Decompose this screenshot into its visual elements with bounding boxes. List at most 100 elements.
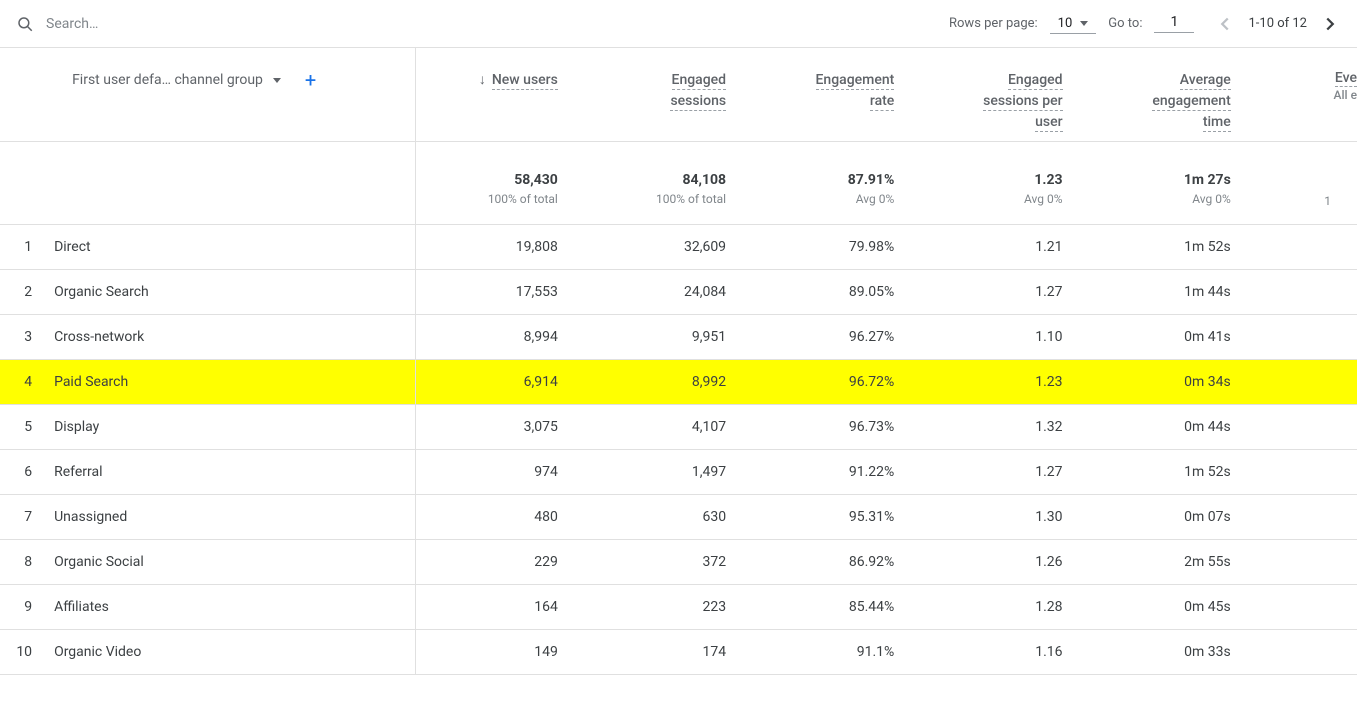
- table-row[interactable]: 8Organic Social22937286.92%1.262m 55s: [0, 540, 1357, 585]
- row-metric-value: 4,107: [584, 405, 752, 450]
- row-metric-value: 164: [416, 585, 584, 630]
- row-metric-value: 0m 41s: [1089, 315, 1257, 360]
- column-total: 84,108100% of total: [584, 142, 752, 225]
- column-header-label: Engaged: [1008, 72, 1063, 90]
- row-metric-value: 1.27: [920, 450, 1088, 495]
- row-metric-value: 8,994: [416, 315, 584, 360]
- row-metric-value: 0m 44s: [1089, 405, 1257, 450]
- column-header[interactable]: Engagedsessions: [584, 48, 752, 142]
- row-metric-overflow: [1257, 450, 1357, 495]
- sort-descending-icon: ↓: [479, 72, 486, 88]
- row-dimension-value[interactable]: Referral: [50, 450, 416, 495]
- column-header-label: Average: [1180, 72, 1231, 90]
- row-metric-value: 91.1%: [752, 630, 920, 675]
- row-metric-value: 0m 34s: [1089, 360, 1257, 405]
- column-header[interactable]: Engagedsessions peruser: [920, 48, 1088, 142]
- rows-per-page-label: Rows per page:: [949, 16, 1038, 31]
- row-metric-value: 1.21: [920, 225, 1088, 270]
- row-dimension-value[interactable]: Cross-network: [50, 315, 416, 360]
- column-total: 1.23Avg 0%: [920, 142, 1088, 225]
- row-metric-value: 86.92%: [752, 540, 920, 585]
- row-metric-value: 1,497: [584, 450, 752, 495]
- table-row[interactable]: 10Organic Video14917491.1%1.160m 33s: [0, 630, 1357, 675]
- row-metric-value: 1.32: [920, 405, 1088, 450]
- row-index: 10: [0, 630, 50, 675]
- row-metric-value: 0m 45s: [1089, 585, 1257, 630]
- table-row[interactable]: 3Cross-network8,9949,95196.27%1.100m 41s: [0, 315, 1357, 360]
- dimension-picker[interactable]: First user defa… channel group: [72, 72, 263, 88]
- row-metric-value: 1m 52s: [1089, 450, 1257, 495]
- row-metric-overflow: [1257, 495, 1357, 540]
- column-header[interactable]: Engagement rate: [752, 48, 920, 142]
- row-metric-value: 0m 07s: [1089, 495, 1257, 540]
- table-row[interactable]: 5Display3,0754,10796.73%1.320m 44s: [0, 405, 1357, 450]
- row-metric-value: 1m 44s: [1089, 270, 1257, 315]
- column-total: 87.91%Avg 0%: [752, 142, 920, 225]
- table-row[interactable]: 1Direct19,80832,60979.98%1.211m 52s: [0, 225, 1357, 270]
- row-metric-value: 96.72%: [752, 360, 920, 405]
- row-metric-value: 96.27%: [752, 315, 920, 360]
- table-row[interactable]: 4Paid Search6,9148,99296.72%1.230m 34s: [0, 360, 1357, 405]
- table-row[interactable]: 6Referral9741,49791.22%1.271m 52s: [0, 450, 1357, 495]
- table-row[interactable]: 2Organic Search17,55324,08489.05%1.271m …: [0, 270, 1357, 315]
- column-header[interactable]: ↓New users: [416, 48, 584, 142]
- row-dimension-value[interactable]: Organic Video: [50, 630, 416, 675]
- row-metric-value: 149: [416, 630, 584, 675]
- row-metric-value: 1.27: [920, 270, 1088, 315]
- rows-per-page-select[interactable]: 10: [1050, 14, 1097, 34]
- column-header-label: user: [1035, 114, 1062, 132]
- rows-per-page-value: 10: [1058, 16, 1073, 31]
- row-metric-value: 9,951: [584, 315, 752, 360]
- column-header[interactable]: Averageengagementtime: [1089, 48, 1257, 142]
- column-total-overflow: 1: [1257, 142, 1357, 225]
- row-index: 8: [0, 540, 50, 585]
- table-row[interactable]: 9Affiliates16422385.44%1.280m 45s: [0, 585, 1357, 630]
- row-metric-value: 89.05%: [752, 270, 920, 315]
- go-to-label: Go to:: [1108, 16, 1142, 31]
- row-metric-value: 85.44%: [752, 585, 920, 630]
- row-metric-value: 3,075: [416, 405, 584, 450]
- add-dimension-button[interactable]: +: [305, 70, 316, 90]
- column-header-label: Engaged: [672, 72, 727, 90]
- column-header-overflow[interactable]: Eve All e: [1257, 48, 1357, 142]
- go-to-page-input[interactable]: [1154, 14, 1194, 33]
- row-metric-value: 1.30: [920, 495, 1088, 540]
- row-dimension-value[interactable]: Display: [50, 405, 416, 450]
- row-dimension-value[interactable]: Unassigned: [50, 495, 416, 540]
- pagination-controls: Rows per page: 10 Go to: 1-10 of 12: [949, 13, 1341, 35]
- column-total: 58,430100% of total: [416, 142, 584, 225]
- row-metric-value: 223: [584, 585, 752, 630]
- row-dimension-value[interactable]: Direct: [50, 225, 416, 270]
- row-dimension-value[interactable]: Affiliates: [50, 585, 416, 630]
- row-dimension-value[interactable]: Organic Social: [50, 540, 416, 585]
- row-metric-value: 17,553: [416, 270, 584, 315]
- row-metric-value: 1.28: [920, 585, 1088, 630]
- row-metric-value: 174: [584, 630, 752, 675]
- row-metric-value: 0m 33s: [1089, 630, 1257, 675]
- row-dimension-value[interactable]: Organic Search: [50, 270, 416, 315]
- row-metric-value: 24,084: [584, 270, 752, 315]
- row-dimension-value[interactable]: Paid Search: [50, 360, 416, 405]
- data-table: First user defa… channel group + ↓New us…: [0, 48, 1357, 675]
- row-index: 7: [0, 495, 50, 540]
- row-metric-value: 1.10: [920, 315, 1088, 360]
- column-header-label: Engagement: [816, 72, 895, 90]
- row-metric-value: 1.26: [920, 540, 1088, 585]
- row-index: 6: [0, 450, 50, 495]
- table-row[interactable]: 7Unassigned48063095.31%1.300m 07s: [0, 495, 1357, 540]
- column-header-label: time: [1203, 114, 1231, 132]
- row-index: 9: [0, 585, 50, 630]
- row-metric-value: 95.31%: [752, 495, 920, 540]
- row-metric-overflow: [1257, 225, 1357, 270]
- row-metric-value: 32,609: [584, 225, 752, 270]
- prev-page-button[interactable]: [1214, 13, 1236, 35]
- search-input[interactable]: [46, 16, 346, 32]
- column-header-label: rate: [870, 93, 894, 111]
- row-metric-value: 19,808: [416, 225, 584, 270]
- row-metric-value: 8,992: [584, 360, 752, 405]
- row-index: 4: [0, 360, 50, 405]
- row-metric-overflow: [1257, 270, 1357, 315]
- next-page-button[interactable]: [1319, 13, 1341, 35]
- search-icon[interactable]: [16, 15, 34, 33]
- row-metric-value: 372: [584, 540, 752, 585]
